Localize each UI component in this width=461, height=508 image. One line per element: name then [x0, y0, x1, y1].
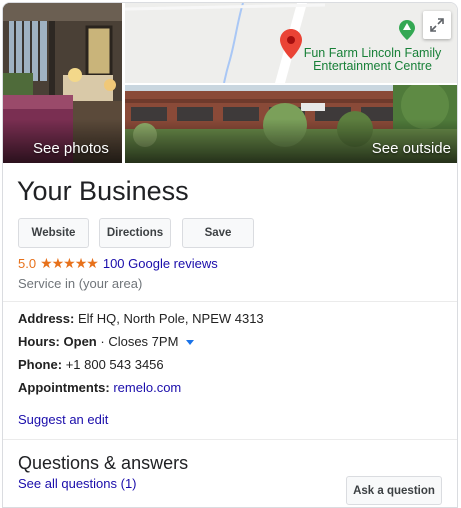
- expand-map-button[interactable]: [423, 11, 451, 39]
- phone-value[interactable]: +1 800 543 3456: [66, 357, 164, 372]
- map-place-name-line2: Entertainment Centre: [313, 59, 432, 73]
- hours-caret-icon[interactable]: [186, 340, 195, 346]
- rating-value: 5.0: [18, 256, 37, 271]
- photo-strip: See photos Fun Farm Lincoln Family Enter…: [3, 3, 457, 163]
- hours-closing: · Closes 7PM: [100, 334, 179, 349]
- reviews-link[interactable]: 100 Google reviews: [103, 256, 218, 271]
- appointments-link[interactable]: remelo.com: [113, 380, 181, 395]
- directions-button[interactable]: Directions: [99, 218, 171, 248]
- expand-icon: [430, 18, 444, 32]
- divider: [3, 301, 457, 302]
- map-place-name: Fun Farm Lincoln Family Entertainment Ce…: [285, 47, 457, 73]
- park-marker-icon: [399, 20, 415, 40]
- appointments-line: Appointments: remelo.com: [18, 380, 181, 395]
- address-label: Address:: [18, 311, 75, 326]
- business-knowledge-panel: See photos Fun Farm Lincoln Family Enter…: [2, 2, 458, 508]
- ask-question-button[interactable]: Ask a question: [346, 476, 442, 505]
- phone-line: Phone: +1 800 543 3456: [18, 357, 164, 372]
- rating-row: 5.0 ★★★★★ 100 Google reviews: [18, 255, 218, 272]
- star-icon: ★★★★★: [40, 255, 99, 271]
- save-button[interactable]: Save: [182, 218, 254, 248]
- website-button[interactable]: Website: [18, 218, 89, 248]
- hours-line[interactable]: Hours: Open · Closes 7PM: [18, 334, 195, 349]
- see-photos-label[interactable]: See photos: [25, 140, 117, 163]
- hours-label: Hours:: [18, 334, 60, 349]
- interior-photo-tile[interactable]: See photos: [3, 3, 122, 163]
- qa-title: Questions & answers: [18, 453, 189, 473]
- outside-photo-tile[interactable]: See outside: [125, 85, 457, 163]
- suggest-edit-link[interactable]: Suggest an edit: [18, 412, 108, 427]
- see-all-questions-link[interactable]: See all questions (1): [18, 476, 137, 491]
- see-outside-label[interactable]: See outside: [364, 140, 457, 163]
- address-value: Elf HQ, North Pole, NPEW 4313: [77, 311, 264, 326]
- address-line: Address: Elf HQ, North Pole, NPEW 4313: [18, 311, 264, 326]
- divider: [3, 439, 457, 440]
- map-tile[interactable]: Fun Farm Lincoln Family Entertainment Ce…: [125, 3, 457, 83]
- phone-label: Phone:: [18, 357, 63, 372]
- business-name: Your Business: [17, 176, 189, 206]
- service-area: Service in (your area): [18, 276, 143, 291]
- appointments-label: Appointments:: [18, 380, 110, 395]
- hours-status: Open: [63, 334, 97, 349]
